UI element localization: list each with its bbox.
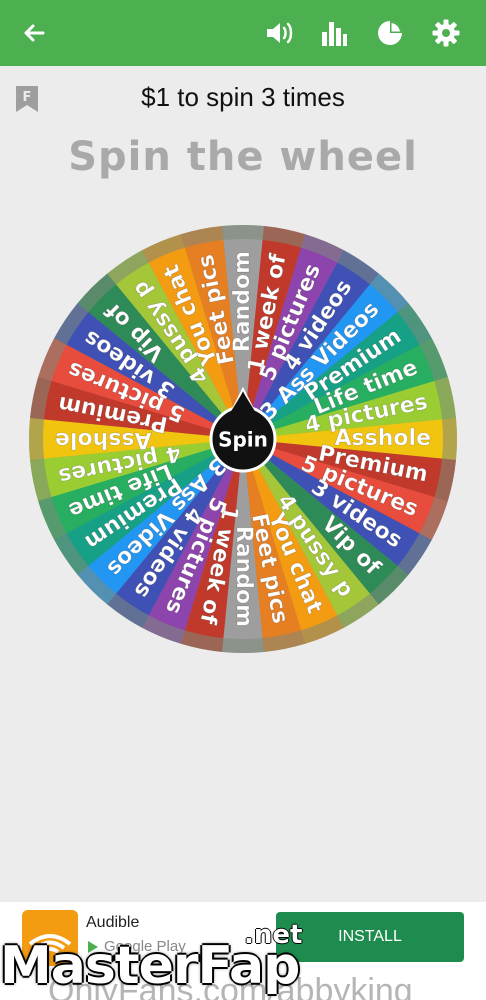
- prize-wheel[interactable]: Random 1 week of 5 pictures 4 videos 3 Ass V…: [26, 222, 460, 656]
- gear-icon[interactable]: [428, 15, 464, 51]
- price-subtitle: $1 to spin 3 times: [141, 82, 345, 112]
- app-bar: [0, 0, 486, 66]
- back-arrow-icon[interactable]: [16, 15, 52, 51]
- wheel-svg[interactable]: Random1 week of5 pictures4 videos3 Ass V…: [26, 222, 460, 656]
- pie-chart-icon[interactable]: [372, 15, 408, 51]
- install-button[interactable]: INSTALL: [276, 912, 464, 962]
- page-title: Spin the wheel: [68, 134, 418, 180]
- volume-icon[interactable]: [262, 15, 298, 51]
- watermark-net: .net: [244, 920, 303, 950]
- spin-button-label: Spin: [218, 428, 268, 452]
- ad-app-name: Audible: [86, 914, 140, 931]
- bar-chart-icon[interactable]: [316, 15, 352, 51]
